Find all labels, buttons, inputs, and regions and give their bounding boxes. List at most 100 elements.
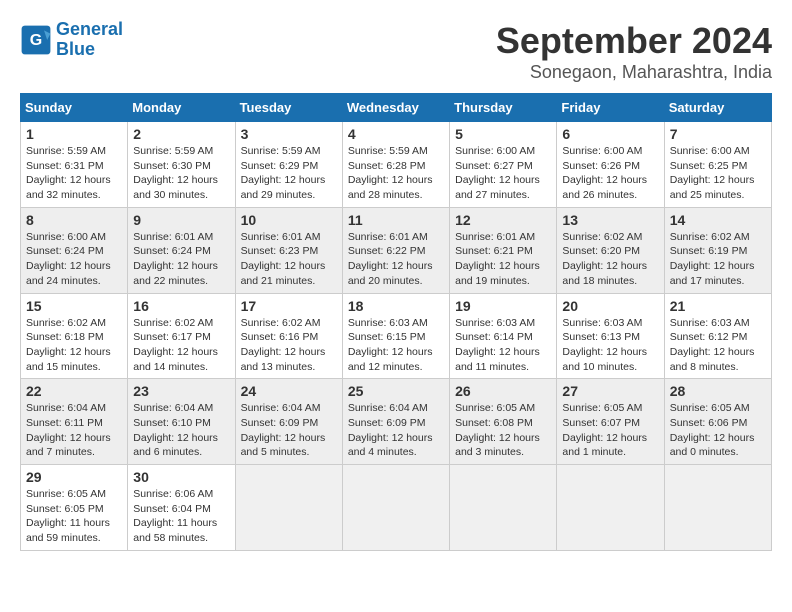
day-info: Sunrise: 6:05 AMSunset: 6:08 PMDaylight:…	[455, 401, 551, 460]
day-number: 3	[241, 126, 337, 142]
day-number: 23	[133, 383, 229, 399]
day-info: Sunrise: 6:01 AMSunset: 6:22 PMDaylight:…	[348, 230, 444, 289]
day-info: Sunrise: 5:59 AMSunset: 6:29 PMDaylight:…	[241, 144, 337, 203]
table-cell: 7 Sunrise: 6:00 AMSunset: 6:25 PMDaylight…	[664, 122, 771, 208]
day-number: 16	[133, 298, 229, 314]
calendar-row: 8 Sunrise: 6:00 AMSunset: 6:24 PMDaylight…	[21, 207, 772, 293]
day-number: 26	[455, 383, 551, 399]
day-info: Sunrise: 5:59 AMSunset: 6:31 PMDaylight:…	[26, 144, 122, 203]
day-info: Sunrise: 6:00 AMSunset: 6:24 PMDaylight:…	[26, 230, 122, 289]
table-cell: 17 Sunrise: 6:02 AMSunset: 6:16 PMDayligh…	[235, 293, 342, 379]
table-cell: 15Sunrise: 6:02 AMSunset: 6:18 PMDayligh…	[21, 293, 128, 379]
table-cell: 5 Sunrise: 6:00 AMSunset: 6:27 PMDaylight…	[450, 122, 557, 208]
table-cell: 11Sunrise: 6:01 AMSunset: 6:22 PMDayligh…	[342, 207, 449, 293]
day-number: 19	[455, 298, 551, 314]
table-cell	[450, 465, 557, 551]
day-info: Sunrise: 6:01 AMSunset: 6:24 PMDaylight:…	[133, 230, 229, 289]
day-number: 7	[670, 126, 766, 142]
table-cell: 2Sunrise: 5:59 AMSunset: 6:30 PMDaylight…	[128, 122, 235, 208]
main-title: September 2024	[496, 20, 772, 62]
col-monday: Monday	[128, 94, 235, 122]
svg-text:G: G	[30, 32, 42, 49]
day-number: 30	[133, 469, 229, 485]
day-info: Sunrise: 6:02 AMSunset: 6:18 PMDaylight:…	[26, 316, 122, 375]
day-info: Sunrise: 5:59 AMSunset: 6:28 PMDaylight:…	[348, 144, 444, 203]
day-number: 9	[133, 212, 229, 228]
day-info: Sunrise: 6:03 AMSunset: 6:14 PMDaylight:…	[455, 316, 551, 375]
day-number: 10	[241, 212, 337, 228]
table-cell: 29 Sunrise: 6:05 AMSunset: 6:05 PMDayligh…	[21, 465, 128, 551]
col-friday: Friday	[557, 94, 664, 122]
col-sunday: Sunday	[21, 94, 128, 122]
table-cell: 25 Sunrise: 6:04 AMSunset: 6:09 PMDayligh…	[342, 379, 449, 465]
table-cell: 20Sunrise: 6:03 AMSunset: 6:13 PMDayligh…	[557, 293, 664, 379]
day-number: 29	[26, 469, 122, 485]
table-cell: 16 Sunrise: 6:02 AMSunset: 6:17 PMDayligh…	[128, 293, 235, 379]
table-cell: 27Sunrise: 6:05 AMSunset: 6:07 PMDayligh…	[557, 379, 664, 465]
day-number: 8	[26, 212, 122, 228]
day-info: Sunrise: 6:00 AMSunset: 6:27 PMDaylight:…	[455, 144, 551, 203]
table-cell	[235, 465, 342, 551]
table-cell: 4 Sunrise: 5:59 AMSunset: 6:28 PMDaylight…	[342, 122, 449, 208]
table-cell: 24 Sunrise: 6:04 AMSunset: 6:09 PMDayligh…	[235, 379, 342, 465]
day-info: Sunrise: 6:04 AMSunset: 6:10 PMDaylight:…	[133, 401, 229, 460]
title-area: September 2024 Sonegaon, Maharashtra, In…	[496, 20, 772, 83]
day-number: 20	[562, 298, 658, 314]
table-cell: 23 Sunrise: 6:04 AMSunset: 6:10 PMDayligh…	[128, 379, 235, 465]
table-cell: 21 Sunrise: 6:03 AMSunset: 6:12 PMDayligh…	[664, 293, 771, 379]
day-number: 18	[348, 298, 444, 314]
day-number: 14	[670, 212, 766, 228]
col-tuesday: Tuesday	[235, 94, 342, 122]
day-number: 13	[562, 212, 658, 228]
day-info: Sunrise: 6:04 AMSunset: 6:09 PMDaylight:…	[348, 401, 444, 460]
calendar-row: 15Sunrise: 6:02 AMSunset: 6:18 PMDayligh…	[21, 293, 772, 379]
day-number: 27	[562, 383, 658, 399]
table-cell: 1 Sunrise: 5:59 AMSunset: 6:31 PMDaylight…	[21, 122, 128, 208]
day-info: Sunrise: 6:01 AMSunset: 6:21 PMDaylight:…	[455, 230, 551, 289]
day-info: Sunrise: 6:04 AMSunset: 6:11 PMDaylight:…	[26, 401, 122, 460]
table-cell: 19 Sunrise: 6:03 AMSunset: 6:14 PMDayligh…	[450, 293, 557, 379]
col-wednesday: Wednesday	[342, 94, 449, 122]
day-number: 17	[241, 298, 337, 314]
table-cell: 3 Sunrise: 5:59 AMSunset: 6:29 PMDaylight…	[235, 122, 342, 208]
page-header: G General Blue September 2024 Sonegaon, …	[20, 20, 772, 83]
logo-line2: Blue	[56, 39, 95, 59]
day-number: 12	[455, 212, 551, 228]
day-info: Sunrise: 6:00 AMSunset: 6:25 PMDaylight:…	[670, 144, 766, 203]
table-cell: 28Sunrise: 6:05 AMSunset: 6:06 PMDayligh…	[664, 379, 771, 465]
table-cell: 9 Sunrise: 6:01 AMSunset: 6:24 PMDaylight…	[128, 207, 235, 293]
day-info: Sunrise: 6:03 AMSunset: 6:12 PMDaylight:…	[670, 316, 766, 375]
header-row: Sunday Monday Tuesday Wednesday Thursday…	[21, 94, 772, 122]
day-number: 6	[562, 126, 658, 142]
subtitle: Sonegaon, Maharashtra, India	[496, 62, 772, 83]
day-number: 1	[26, 126, 122, 142]
day-info: Sunrise: 6:06 AMSunset: 6:04 PMDaylight:…	[133, 487, 229, 546]
calendar-table: Sunday Monday Tuesday Wednesday Thursday…	[20, 93, 772, 551]
day-number: 25	[348, 383, 444, 399]
table-cell: 6 Sunrise: 6:00 AMSunset: 6:26 PMDaylight…	[557, 122, 664, 208]
day-info: Sunrise: 6:02 AMSunset: 6:20 PMDaylight:…	[562, 230, 658, 289]
table-cell: 13 Sunrise: 6:02 AMSunset: 6:20 PMDayligh…	[557, 207, 664, 293]
day-info: Sunrise: 6:02 AMSunset: 6:16 PMDaylight:…	[241, 316, 337, 375]
logo-icon: G	[20, 24, 52, 56]
table-cell: 30 Sunrise: 6:06 AMSunset: 6:04 PMDayligh…	[128, 465, 235, 551]
calendar-row: 22Sunrise: 6:04 AMSunset: 6:11 PMDayligh…	[21, 379, 772, 465]
day-number: 2	[133, 126, 229, 142]
day-number: 21	[670, 298, 766, 314]
table-cell: 18Sunrise: 6:03 AMSunset: 6:15 PMDayligh…	[342, 293, 449, 379]
table-cell: 10Sunrise: 6:01 AMSunset: 6:23 PMDayligh…	[235, 207, 342, 293]
day-number: 4	[348, 126, 444, 142]
day-number: 24	[241, 383, 337, 399]
day-info: Sunrise: 6:05 AMSunset: 6:05 PMDaylight:…	[26, 487, 122, 546]
col-thursday: Thursday	[450, 94, 557, 122]
day-info: Sunrise: 6:04 AMSunset: 6:09 PMDaylight:…	[241, 401, 337, 460]
day-number: 5	[455, 126, 551, 142]
table-cell	[557, 465, 664, 551]
day-info: Sunrise: 6:02 AMSunset: 6:17 PMDaylight:…	[133, 316, 229, 375]
day-info: Sunrise: 6:05 AMSunset: 6:06 PMDaylight:…	[670, 401, 766, 460]
table-cell: 14Sunrise: 6:02 AMSunset: 6:19 PMDayligh…	[664, 207, 771, 293]
table-cell: 22Sunrise: 6:04 AMSunset: 6:11 PMDayligh…	[21, 379, 128, 465]
table-cell	[664, 465, 771, 551]
day-info: Sunrise: 6:00 AMSunset: 6:26 PMDaylight:…	[562, 144, 658, 203]
calendar-row: 29 Sunrise: 6:05 AMSunset: 6:05 PMDayligh…	[21, 465, 772, 551]
